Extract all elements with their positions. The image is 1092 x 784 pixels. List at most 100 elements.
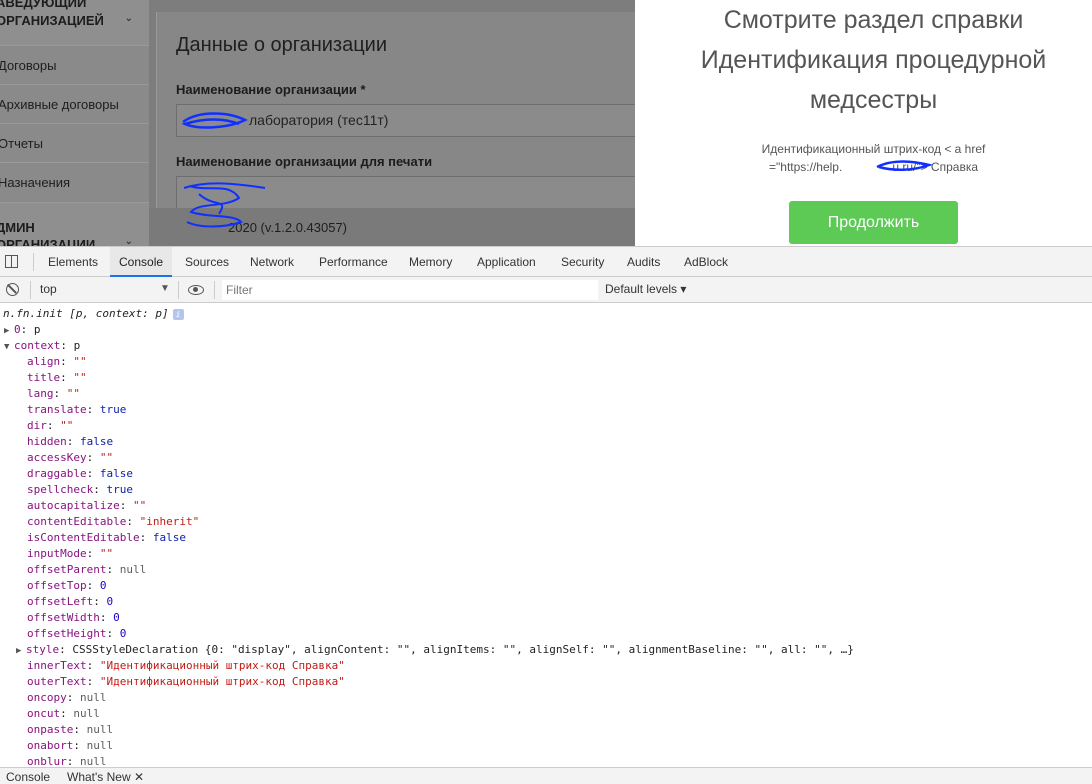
prop-value: false bbox=[80, 435, 114, 448]
tab-audits[interactable]: Audits bbox=[627, 247, 660, 277]
prop-row[interactable]: inputMode: "" bbox=[27, 546, 113, 562]
chevron-down-icon: ⌄ bbox=[124, 236, 133, 246]
dropdown-arrow-icon[interactable]: ▼ bbox=[160, 283, 170, 294]
clear-console-icon[interactable] bbox=[6, 283, 19, 296]
prop-value: "" bbox=[73, 371, 87, 384]
prop-key: offsetTop bbox=[27, 579, 87, 592]
prop-row[interactable]: dir: "" bbox=[27, 418, 73, 434]
console-log-header[interactable]: n.fn.init [p, context: p] i bbox=[3, 306, 184, 322]
modal-text: Идентификационный штрих-код < a href ="h… bbox=[635, 140, 1092, 176]
prop-row[interactable]: contentEditable: "inherit" bbox=[27, 514, 199, 530]
prop-row[interactable]: offsetParent: null bbox=[27, 562, 146, 578]
prop-value: false bbox=[152, 531, 186, 544]
redaction-scribble bbox=[183, 182, 266, 228]
prop-row[interactable]: oncut: null bbox=[27, 706, 100, 722]
collapse-triangle-icon[interactable]: ▼ bbox=[4, 339, 14, 355]
prop-row[interactable]: outerText: "Идентификационный штрих-код … bbox=[27, 674, 345, 690]
prop-key: context bbox=[14, 339, 61, 352]
prop-row[interactable]: offsetWidth: 0 bbox=[27, 610, 120, 626]
tab-console[interactable]: Console bbox=[110, 247, 173, 277]
prop-key: onpaste bbox=[27, 723, 74, 736]
prop-key: 0 bbox=[14, 323, 21, 336]
drawer-tab-whats-new[interactable]: What's New ✕ bbox=[67, 770, 144, 784]
sidebar-section-manager[interactable]: АВЕДУЮЩИЙ ОРГАНИЗАЦИЕЙ ⌄ bbox=[0, 0, 149, 45]
prop-row[interactable]: onblur: null bbox=[27, 754, 107, 767]
eye-icon[interactable] bbox=[188, 285, 204, 295]
sidebar-item-label: Архивные договоры bbox=[0, 97, 119, 112]
prop-row[interactable]: accessKey: "" bbox=[27, 450, 113, 466]
prop-value: 0 bbox=[106, 595, 114, 608]
prop-row[interactable]: align: "" bbox=[27, 354, 87, 370]
web-page: АВЕДУЮЩИЙ ОРГАНИЗАЦИЕЙ ⌄ Договоры Архивн… bbox=[0, 0, 1092, 246]
modal-title-line: Идентификация процедурной bbox=[700, 46, 1047, 74]
prop-row[interactable]: oncopy: null bbox=[27, 690, 107, 706]
dock-side-icon[interactable] bbox=[5, 255, 18, 268]
tab-adblock[interactable]: AdBlock bbox=[684, 247, 728, 277]
modal-title-line: медсестры bbox=[809, 86, 938, 114]
expand-triangle-icon[interactable]: ▶ bbox=[4, 323, 14, 339]
drawer-tabbar: Console What's New ✕ bbox=[0, 767, 1092, 784]
prop-value: null bbox=[80, 691, 107, 704]
prop-key: dir bbox=[27, 419, 47, 432]
tree-row-0[interactable]: ▶ 0: p bbox=[4, 322, 41, 338]
prop-key: onblur bbox=[27, 755, 67, 767]
prop-key: align bbox=[27, 355, 61, 368]
modal-title-line: Смотрите раздел справки bbox=[723, 6, 1024, 34]
context-selector[interactable]: top bbox=[40, 282, 57, 296]
prop-value: "" bbox=[73, 355, 87, 368]
sidebar-item-assignments[interactable]: Назначения bbox=[0, 162, 149, 201]
sidebar-item-contracts[interactable]: Договоры bbox=[0, 45, 149, 84]
tab-sources[interactable]: Sources bbox=[185, 247, 229, 277]
filter-input[interactable] bbox=[222, 280, 598, 300]
prop-row[interactable]: translate: true bbox=[27, 402, 126, 418]
prop-row[interactable]: draggable: false bbox=[27, 466, 133, 482]
prop-value: "" bbox=[99, 547, 114, 560]
prop-row[interactable]: isContentEditable: false bbox=[27, 530, 186, 546]
prop-row[interactable]: offsetLeft: 0 bbox=[27, 594, 113, 610]
prop-key: oncopy bbox=[27, 691, 67, 704]
prop-row[interactable]: offsetHeight: 0 bbox=[27, 626, 126, 642]
tab-memory[interactable]: Memory bbox=[409, 247, 452, 277]
tree-row-context[interactable]: ▼ context: p bbox=[4, 338, 80, 354]
continue-button[interactable]: Продолжить bbox=[789, 201, 958, 244]
prop-row[interactable]: spellcheck: true bbox=[27, 482, 133, 498]
sidebar-item-archived-contracts[interactable]: Архивные договоры bbox=[0, 84, 149, 123]
drawer-tab-console[interactable]: Console bbox=[6, 770, 50, 784]
tree-row-style[interactable]: ▶ style: CSSStyleDeclaration {0: "display… bbox=[16, 642, 854, 658]
sidebar-section-label-line2: ОРГАНИЗАЦИЕЙ bbox=[0, 13, 104, 28]
prop-row[interactable]: onabort: null bbox=[27, 738, 113, 754]
sidebar-section-admin[interactable]: ДМИН ОРГАНИЗАЦИИ ⌄ bbox=[0, 202, 149, 246]
log-levels-dropdown[interactable]: Default levels ▾ bbox=[605, 282, 686, 296]
tab-application[interactable]: Application bbox=[477, 247, 536, 277]
prop-key: offsetParent bbox=[27, 563, 107, 576]
tab-security[interactable]: Security bbox=[561, 247, 604, 277]
prop-value: null bbox=[80, 755, 107, 767]
prop-value: "" bbox=[132, 499, 147, 512]
sidebar-item-label: Договоры bbox=[0, 58, 57, 73]
prop-value: CSSStyleDeclaration {0: "display", align… bbox=[72, 643, 854, 656]
prop-row[interactable]: title: "" bbox=[27, 370, 87, 386]
devtools-panel: Elements Console Sources Network Perform… bbox=[0, 246, 1092, 784]
prop-value: false bbox=[99, 467, 133, 480]
sidebar-section-label-line1: ДМИН bbox=[0, 220, 35, 235]
sidebar-item-reports[interactable]: Отчеты bbox=[0, 123, 149, 162]
prop-row[interactable]: hidden: false bbox=[27, 434, 113, 450]
chevron-down-icon: ⌄ bbox=[124, 13, 133, 24]
prop-row[interactable]: innerText: "Идентификационный штрих-код … bbox=[27, 658, 345, 674]
sidebar: АВЕДУЮЩИЙ ОРГАНИЗАЦИЕЙ ⌄ Договоры Архивн… bbox=[0, 0, 149, 246]
prop-row[interactable]: offsetTop: 0 bbox=[27, 578, 106, 594]
prop-key: oncut bbox=[27, 707, 61, 720]
info-icon[interactable]: i bbox=[172, 308, 184, 320]
prop-value: true bbox=[99, 403, 127, 416]
prop-row[interactable]: autocapitalize: "" bbox=[27, 498, 146, 514]
modal-text-part: ="https://help. bbox=[769, 160, 843, 174]
prop-row[interactable]: onpaste: null bbox=[27, 722, 113, 738]
expand-triangle-icon[interactable]: ▶ bbox=[16, 643, 26, 659]
prop-key: isContentEditable bbox=[27, 531, 140, 544]
prop-value: null bbox=[73, 707, 100, 720]
redaction-scribble bbox=[181, 112, 248, 129]
tab-network[interactable]: Network bbox=[250, 247, 294, 277]
tab-performance[interactable]: Performance bbox=[319, 247, 388, 277]
prop-row[interactable]: lang: "" bbox=[27, 386, 80, 402]
tab-elements[interactable]: Elements bbox=[48, 247, 98, 277]
